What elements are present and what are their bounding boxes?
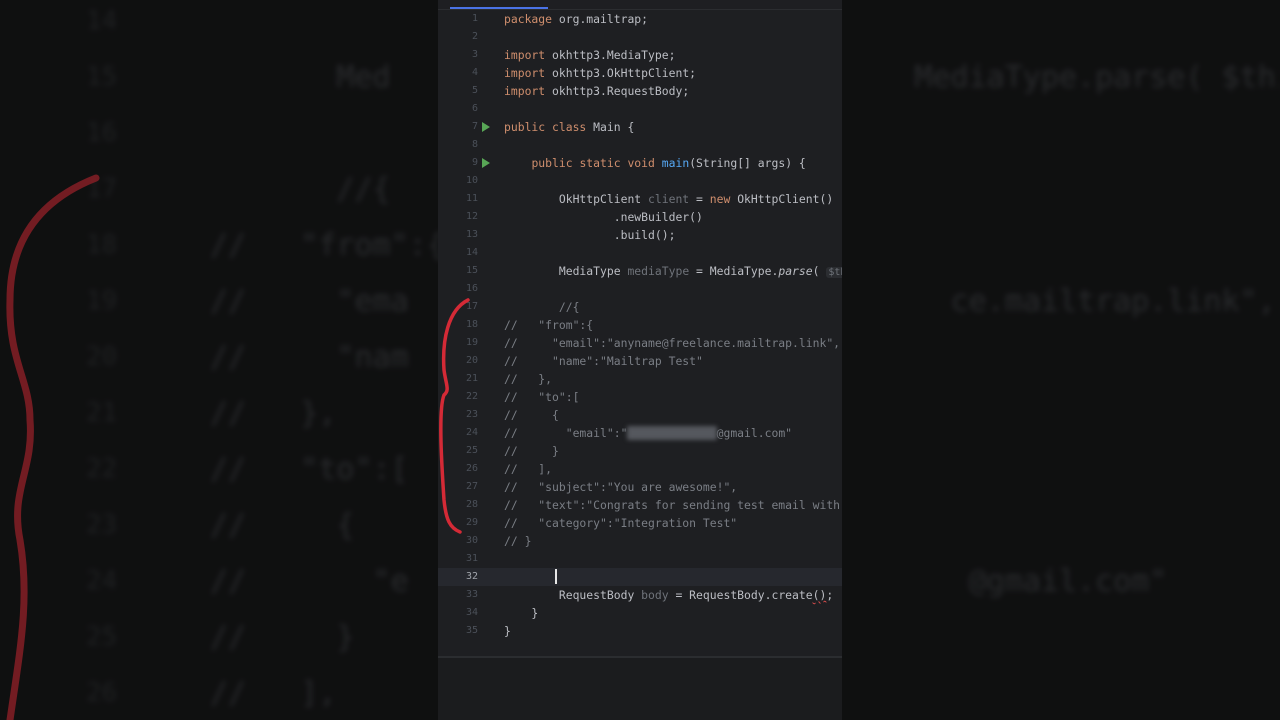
- editor-bottom-bar: [438, 658, 842, 720]
- background-red-annotation: [6, 174, 100, 720]
- code-editor[interactable]: 1 package org.mailtrap; 2 3 import okhttp3.M…: [438, 0, 842, 720]
- red-annotation-mark: [439, 298, 470, 534]
